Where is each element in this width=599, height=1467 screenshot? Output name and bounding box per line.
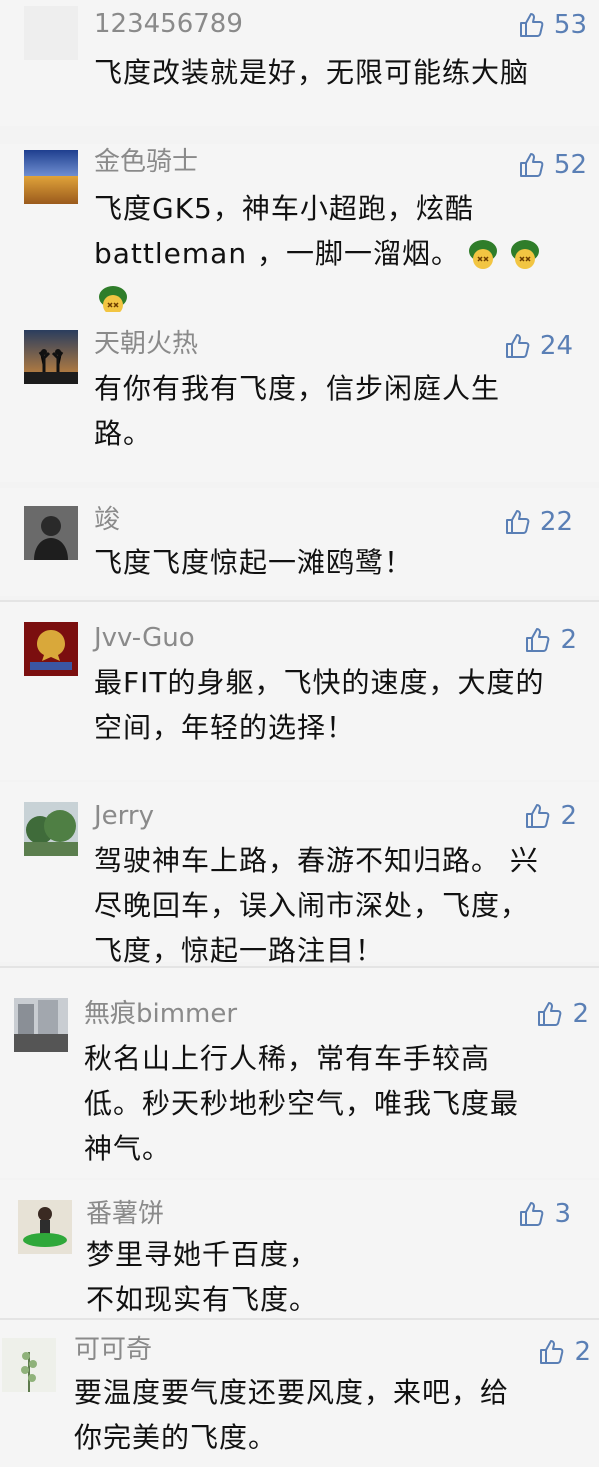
dizzy-face-turtle-icon xyxy=(506,235,544,273)
comment-text: 飞度改装就是好，无限可能练大脑 xyxy=(94,50,529,95)
comment-author[interactable]: 無痕bimmer xyxy=(84,998,237,1030)
comment-text: 飞度飞度惊起一滩鸥鹭！ xyxy=(94,540,413,585)
comment-line: 梦里寻她千百度， xyxy=(86,1238,319,1271)
comment-author[interactable]: 天朝火热 xyxy=(94,328,198,360)
thumbs-up-icon xyxy=(505,510,530,534)
comment-line: 不如现实有飞度。 xyxy=(86,1283,319,1316)
thumbs-up-icon xyxy=(538,1002,562,1026)
thumbs-up-icon xyxy=(520,1202,544,1226)
comment-item: Jvv-Guo 2 最FIT的身躯，飞快的速度，大度的 空间，年轻的选择！ xyxy=(0,602,599,780)
comment-line: 飞度改装就是好，无限可能练大脑 xyxy=(94,56,530,89)
comment-item: 番薯饼 3 梦里寻她千百度， 不如现实有飞度。 xyxy=(0,1180,599,1318)
comment-item: 可可奇 2 要温度要气度还要风度，来吧，给 你完美的飞度。 xyxy=(0,1320,599,1467)
avatar[interactable] xyxy=(2,1338,56,1392)
comment-author[interactable]: 番薯饼 xyxy=(86,1198,164,1230)
like-count: 2 xyxy=(560,625,577,655)
like-button[interactable]: 53 xyxy=(518,9,587,41)
like-button[interactable]: 24 xyxy=(504,330,573,362)
like-count: 2 xyxy=(574,1337,591,1367)
like-button[interactable]: 2 xyxy=(524,624,577,656)
thumbs-up-icon xyxy=(526,628,550,652)
comment-item: Jerry 2 驾驶神车上路，春游不知归路。 兴 尽晚回车，误入闹市深处，飞度，… xyxy=(0,782,599,967)
like-count: 52 xyxy=(553,150,587,180)
comment-author[interactable]: 竣 xyxy=(94,504,120,536)
comment-line: 你完美的飞度。 xyxy=(74,1421,278,1454)
comment-line: 最FIT的身躯，飞快的速度，大度的 xyxy=(94,666,545,699)
like-button[interactable]: 2 xyxy=(538,1336,591,1368)
comment-item: 天朝火热 24 有你有我有飞度，信步闲庭人生 路。 xyxy=(0,312,599,482)
comment-text: 梦里寻她千百度， 不如现实有飞度。 xyxy=(86,1232,318,1322)
avatar[interactable] xyxy=(24,802,78,856)
comment-line: 飞度GK5，神车小超跑，炫酷 xyxy=(94,192,474,225)
like-button[interactable]: 52 xyxy=(518,149,587,181)
comment-line: 要温度要气度还要风度，来吧，给 xyxy=(74,1376,510,1409)
comment-line: 低。秒天秒地秒空气，唯我飞度最 xyxy=(84,1087,520,1120)
avatar[interactable] xyxy=(24,6,78,60)
comment-item: 123456789 53 飞度改装就是好，无限可能练大脑 xyxy=(0,0,599,126)
comment-text: 要温度要气度还要风度，来吧，给 你完美的飞度。 xyxy=(74,1370,509,1460)
comment-author[interactable]: 可可奇 xyxy=(74,1334,152,1366)
comment-line: 尽晚回车，误入闹市深处，飞度， xyxy=(94,889,530,922)
comment-line: 驾驶神车上路，春游不知归路。 兴 xyxy=(94,844,539,877)
dizzy-face-turtle-icon xyxy=(464,235,502,273)
like-button[interactable]: 22 xyxy=(504,506,573,538)
avatar[interactable] xyxy=(24,150,78,204)
like-button[interactable]: 3 xyxy=(518,1198,571,1230)
comment-text: 最FIT的身躯，飞快的速度，大度的 空间，年轻的选择！ xyxy=(94,660,544,750)
comment-text: 有你有我有飞度，信步闲庭人生 路。 xyxy=(94,366,500,456)
comment-line: 路。 xyxy=(94,417,153,450)
thumbs-up-icon xyxy=(519,153,544,177)
comment-line: 飞度飞度惊起一滩鸥鹭！ xyxy=(94,546,414,579)
comment-author[interactable]: Jvv-Guo xyxy=(94,622,195,654)
avatar[interactable] xyxy=(24,622,78,676)
avatar[interactable] xyxy=(24,506,78,560)
comment-item: 無痕bimmer 2 秋名山上行人稀，常有车手较高 低。秒天秒地秒空气，唯我飞度… xyxy=(0,968,599,1178)
comment-line: 空间，年轻的选择！ xyxy=(94,711,356,744)
thumbs-up-icon xyxy=(526,804,550,828)
comment-line: 有你有我有飞度，信步闲庭人生 xyxy=(94,372,501,405)
comment-author[interactable]: 123456789 xyxy=(94,8,243,40)
comment-text: 秋名山上行人稀，常有车手较高 低。秒天秒地秒空气，唯我飞度最 神气。 xyxy=(84,1036,519,1171)
avatar[interactable] xyxy=(18,1200,72,1254)
comment-line: battleman ，一脚一溜烟。 xyxy=(94,237,460,270)
like-count: 53 xyxy=(553,10,587,40)
comment-author[interactable]: 金色骑士 xyxy=(94,146,198,178)
like-button[interactable]: 2 xyxy=(536,998,589,1030)
thumbs-up-icon xyxy=(519,13,544,37)
avatar[interactable] xyxy=(14,998,68,1052)
thumbs-up-icon xyxy=(505,334,530,358)
comment-line: 秋名山上行人稀，常有车手较高 xyxy=(84,1042,491,1075)
like-count: 2 xyxy=(560,801,577,831)
thumbs-up-icon xyxy=(540,1340,564,1364)
like-count: 22 xyxy=(539,507,573,537)
comment-text: 飞度GK5，神车小超跑，炫酷 battleman ，一脚一溜烟。 xyxy=(94,186,544,321)
comment-author[interactable]: Jerry xyxy=(94,800,154,832)
comment-line-with-emoji: battleman ，一脚一溜烟。 xyxy=(94,231,544,276)
comment-item: 竣 22 飞度飞度惊起一滩鸥鹭！ xyxy=(0,488,599,596)
like-count: 24 xyxy=(539,331,573,361)
comment-item: 金色骑士 52 飞度GK5，神车小超跑，炫酷 battleman ，一脚一溜烟。 xyxy=(0,144,599,315)
like-count: 3 xyxy=(554,1199,571,1229)
like-count: 2 xyxy=(572,999,589,1029)
comment-line: 神气。 xyxy=(84,1132,172,1165)
comment-text: 驾驶神车上路，春游不知归路。 兴 尽晚回车，误入闹市深处，飞度， 飞度，惊起一路… xyxy=(94,838,539,973)
avatar[interactable] xyxy=(24,330,78,384)
like-button[interactable]: 2 xyxy=(524,800,577,832)
